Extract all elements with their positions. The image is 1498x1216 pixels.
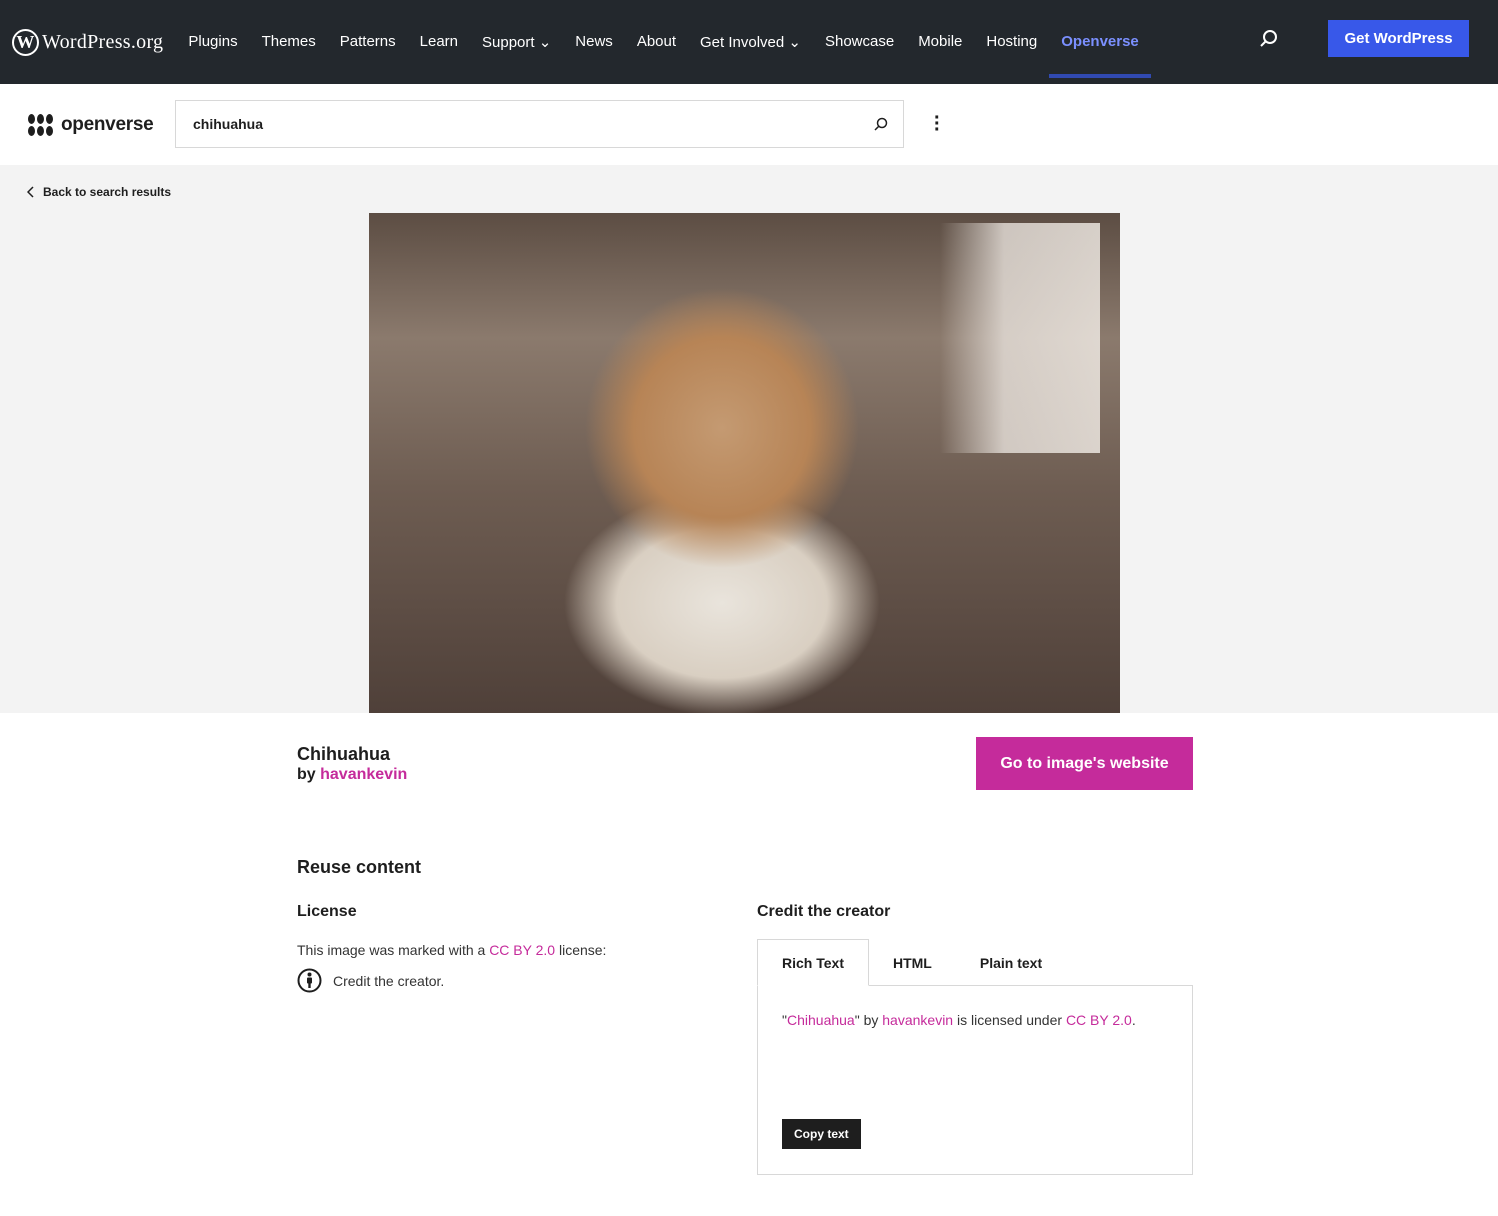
nav-patterns[interactable]: Patterns — [340, 33, 396, 51]
main-image[interactable] — [369, 213, 1120, 713]
search-icon[interactable] — [873, 116, 889, 132]
attr-creator-link[interactable]: havankevin — [882, 1012, 953, 1028]
image-creator: by havankevin — [297, 766, 408, 783]
nav-hosting[interactable]: Hosting — [986, 33, 1037, 51]
tab-html[interactable]: HTML — [868, 939, 956, 986]
image-info: Chihuahua by havankevin Go to image's we… — [0, 713, 1498, 1183]
attr-title-link[interactable]: Chihuahua — [787, 1012, 855, 1028]
openverse-logo-icon — [28, 113, 53, 136]
reuse-heading: Reuse content — [297, 857, 422, 877]
get-wordpress-button[interactable]: Get WordPress — [1328, 20, 1469, 57]
tab-rich-text[interactable]: Rich Text — [757, 939, 869, 986]
nav-support[interactable]: Support ⌄ — [482, 33, 551, 51]
cc-by-icon — [297, 968, 322, 993]
license-text: This image was marked with a CC BY 2.0 l… — [297, 942, 607, 958]
wordpress-header: W WordPress.org Plugins Themes Patterns L… — [0, 0, 1498, 84]
attribution-tabs: Rich Text HTML Plain text — [757, 939, 1067, 986]
copy-text-button[interactable]: Copy text — [782, 1119, 861, 1149]
nav-get-involved[interactable]: Get Involved ⌄ — [700, 33, 801, 51]
nav-learn[interactable]: Learn — [420, 33, 458, 51]
license-heading: License — [297, 903, 357, 920]
openverse-logo[interactable]: openverse — [28, 113, 154, 136]
nav-plugins[interactable]: Plugins — [188, 33, 237, 51]
chevron-left-icon — [27, 186, 34, 198]
nav-themes[interactable]: Themes — [262, 33, 316, 51]
license-link[interactable]: CC BY 2.0 — [489, 942, 555, 958]
image-title: Chihuahua — [297, 744, 390, 764]
go-to-website-button[interactable]: Go to image's website — [976, 737, 1193, 790]
nav-openverse[interactable]: Openverse — [1049, 33, 1151, 78]
back-to-results-link[interactable]: Back to search results — [27, 185, 171, 199]
tab-plain-text[interactable]: Plain text — [955, 939, 1067, 986]
wordpress-icon: W — [12, 28, 39, 56]
license-element: Credit the creator. — [297, 968, 444, 993]
search-input[interactable]: chihuahua — [175, 100, 904, 148]
openverse-header: openverse chihuahua · · · — [0, 84, 1498, 165]
wordpress-logo[interactable]: W WordPress.org — [12, 28, 163, 56]
nav-mobile[interactable]: Mobile — [918, 33, 962, 51]
attribution-panel: "Chihuahua" by havankevin is licensed un… — [757, 985, 1193, 1175]
image-area: Back to search results — [0, 165, 1498, 713]
main-nav: Plugins Themes Patterns Learn Support ⌄ … — [188, 33, 1162, 78]
nav-about[interactable]: About — [637, 33, 676, 51]
nav-showcase[interactable]: Showcase — [825, 33, 894, 51]
creator-link[interactable]: havankevin — [320, 766, 407, 783]
attribution-text: "Chihuahua" by havankevin is licensed un… — [782, 1012, 1136, 1028]
credit-heading: Credit the creator — [757, 903, 891, 920]
search-icon[interactable] — [1258, 28, 1280, 50]
nav-news[interactable]: News — [575, 33, 613, 51]
attr-license-link[interactable]: CC BY 2.0 — [1066, 1012, 1132, 1028]
more-menu-icon[interactable]: · · · — [934, 108, 941, 140]
